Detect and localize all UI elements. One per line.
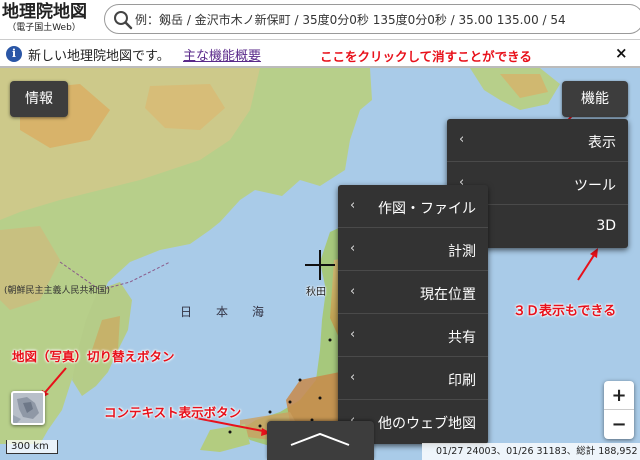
menu-item-display[interactable]: ‹ 表示 <box>447 119 628 162</box>
annotation-context-hint: コンテキスト表示ボタン <box>104 405 242 420</box>
context-toggle-button[interactable] <box>267 421 374 460</box>
chevron-left-icon: ‹ <box>350 370 356 385</box>
chevron-left-icon: ‹ <box>350 284 356 299</box>
search-icon[interactable] <box>113 10 133 30</box>
annotation-3d-hint: ３Ｄ表示もできる <box>513 304 617 319</box>
menu-item-print[interactable]: ‹ 印刷 <box>338 357 488 400</box>
menu-item-current-location[interactable]: ‹ 現在位置 <box>338 271 488 314</box>
map-label-country: (朝鮮民主主義人民共和国) <box>4 286 111 296</box>
zoom-out-button[interactable]: − <box>604 410 634 439</box>
map-label-akita: 秋田 <box>306 287 326 298</box>
menu-item-label: 印刷 <box>448 373 476 389</box>
info-button[interactable]: 情報 <box>10 81 68 117</box>
photo-toggle-button[interactable] <box>11 391 45 425</box>
zoom-control: + − <box>604 381 634 439</box>
features-button[interactable]: 機能 <box>562 81 628 117</box>
annotation-photo-hint: 地図（写真）切り替えボタン <box>12 349 175 364</box>
scale-bar: 300 km <box>6 440 58 454</box>
menu-item-label: 3D <box>596 218 616 234</box>
menu-item-drawing-file[interactable]: ‹ 作図・ファイル <box>338 185 488 228</box>
chevron-left-icon: ‹ <box>350 327 356 342</box>
photo-thumbnail-icon <box>13 393 43 423</box>
menu-item-label: 共有 <box>448 330 476 346</box>
access-counter: 01/27 24003、01/26 31183、総計 188,952 <box>422 443 640 460</box>
logo-title: 地理院地図 <box>2 2 87 22</box>
crosshair-icon <box>305 250 335 280</box>
chevron-up-icon <box>290 432 350 446</box>
menu-item-label: 現在位置 <box>420 287 476 303</box>
menu-item-share[interactable]: ‹ 共有 <box>338 314 488 357</box>
search-box[interactable]: 例：剱岳 / 金沢市木ノ新保町 / 35度0分0秒 135度0分0秒 / 35.… <box>104 4 640 34</box>
info-bar-text: 新しい地理院地図です。 <box>28 49 170 64</box>
search-input[interactable]: 例：剱岳 / 金沢市木ノ新保町 / 35度0分0秒 135度0分0秒 / 35.… <box>135 8 640 30</box>
info-icon: i <box>6 46 22 62</box>
tools-menu: ‹ 作図・ファイル ‹ 計測 ‹ 現在位置 ‹ 共有 ‹ 印刷 ‹ 他のウェブ地… <box>338 185 488 444</box>
chevron-left-icon: ‹ <box>350 198 356 213</box>
menu-item-measure[interactable]: ‹ 計測 <box>338 228 488 271</box>
chevron-left-icon: ‹ <box>350 241 356 256</box>
menu-item-label: ツール <box>574 178 616 194</box>
menu-item-label: 他のウェブ地図 <box>378 416 476 432</box>
annotation-close-hint: ここをクリックして消すことができる <box>320 49 532 64</box>
menu-item-label: 作図・ファイル <box>378 201 476 217</box>
logo-subtitle: （電子国土Web） <box>7 23 81 33</box>
menu-item-label: 計測 <box>448 244 476 260</box>
features-overview-link[interactable]: 主な機能概要 <box>183 45 261 64</box>
menu-item-label: 表示 <box>588 135 616 151</box>
map-label-sea: 日 本 海 <box>180 305 271 319</box>
logo[interactable]: 地理院地図 （電子国土Web） <box>2 2 90 38</box>
zoom-in-button[interactable]: + <box>604 381 634 410</box>
header-bar: 地理院地図 （電子国土Web） 例：剱岳 / 金沢市木ノ新保町 / 35度0分0… <box>0 0 640 40</box>
close-icon[interactable]: × <box>615 45 628 61</box>
chevron-left-icon: ‹ <box>459 132 465 147</box>
